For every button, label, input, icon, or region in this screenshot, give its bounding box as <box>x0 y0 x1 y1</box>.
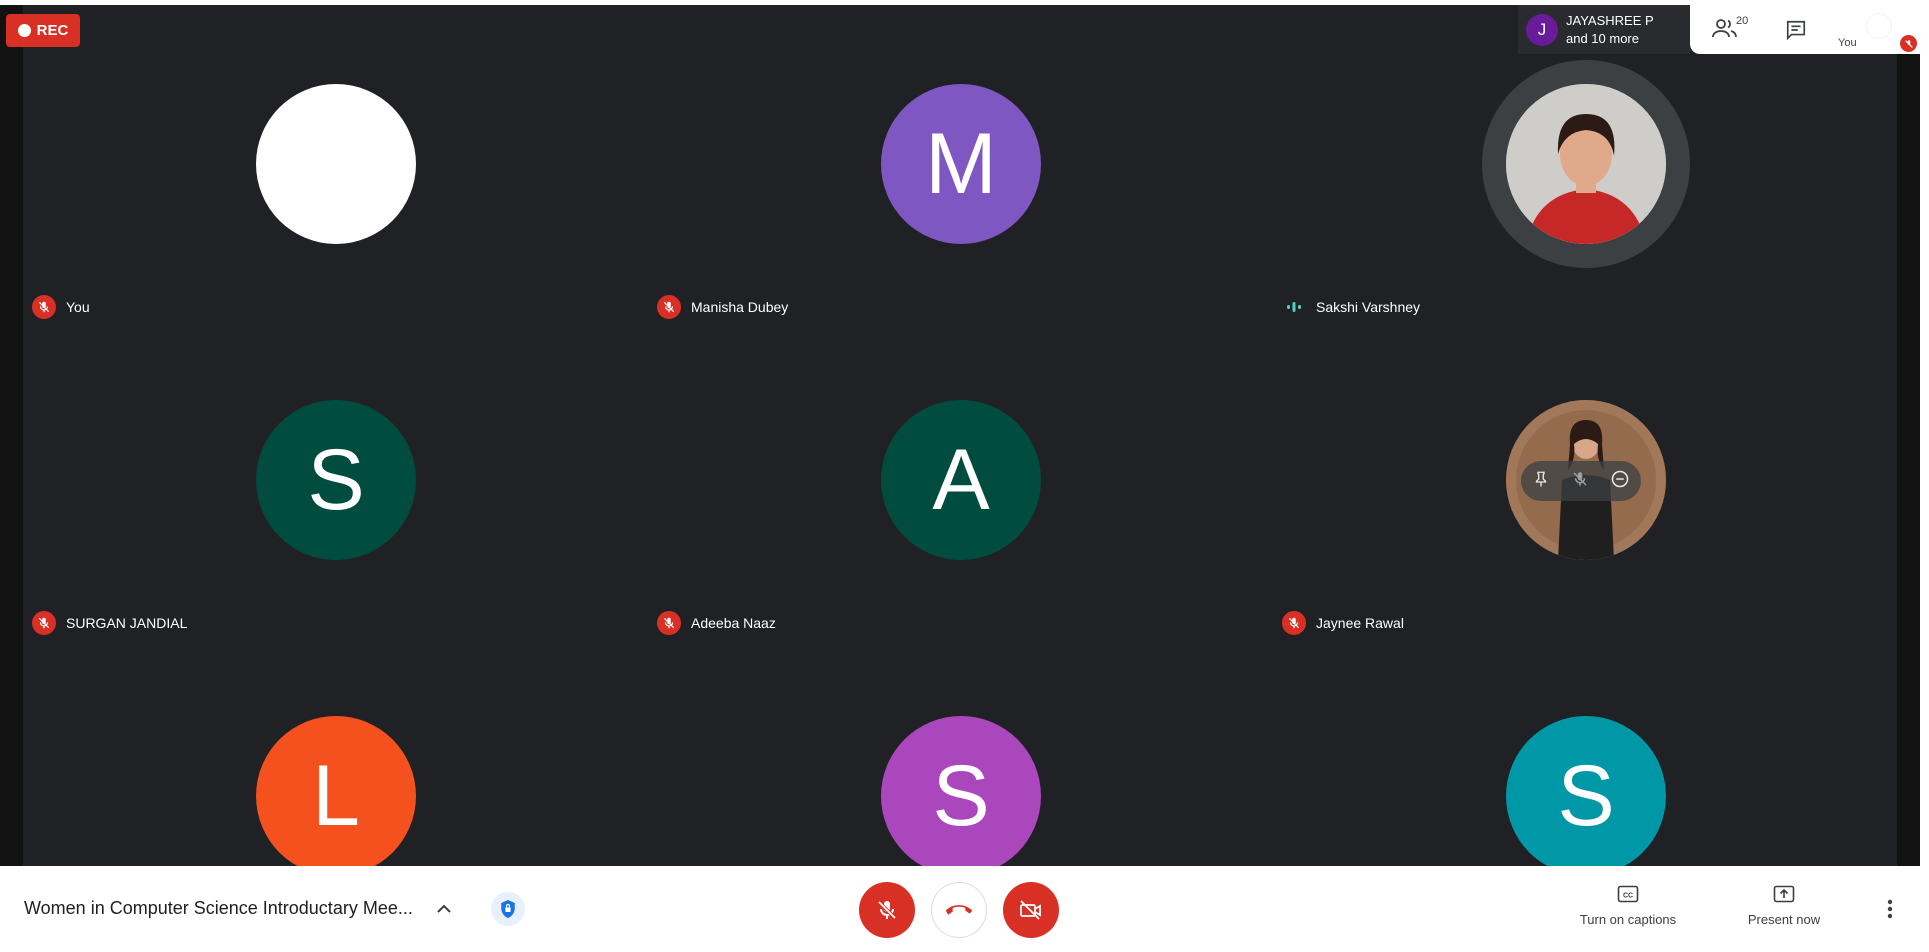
participant-name: Jaynee Rawal <box>1316 615 1404 631</box>
camera-toggle-button[interactable] <box>1003 882 1059 938</box>
presenter-text: JAYASHREE P and 10 more <box>1566 12 1654 48</box>
grid-edge-right <box>1897 5 1920 866</box>
present-screen-icon <box>1773 885 1795 906</box>
participant-name: Manisha Dubey <box>691 299 789 315</box>
avatar: A <box>881 400 1041 560</box>
mic-off-icon <box>657 295 681 319</box>
mic-off-icon <box>657 611 681 635</box>
participant-name: SURGAN JANDIAL <box>66 615 188 631</box>
avatar: S <box>256 400 416 560</box>
participant-tile-adeeba-naaz[interactable]: A Adeeba Naaz <box>648 321 1273 637</box>
pin-icon[interactable] <box>1532 470 1550 493</box>
participant-tile-manisha-dubey[interactable]: M Manisha Dubey <box>648 5 1273 321</box>
self-preview-avatar[interactable] <box>1866 13 1892 39</box>
mic-off-icon <box>32 295 56 319</box>
recording-label: REC <box>36 22 69 39</box>
meeting-title[interactable]: Women in Computer Science Introductary M… <box>24 898 413 919</box>
presenter-name: JAYASHREE P <box>1566 12 1654 28</box>
microphone-toggle-button[interactable] <box>859 882 915 938</box>
people-count: 20 <box>1736 15 1749 27</box>
record-dot-icon <box>17 24 31 37</box>
captions-button[interactable]: CC Turn on captions <box>1573 885 1683 927</box>
name-row: SURGAN JANDIAL <box>32 611 187 635</box>
closed-captions-icon: CC <box>1617 885 1639 906</box>
tile-hover-controls <box>1521 461 1641 501</box>
presenter-others: and 10 more <box>1566 30 1639 46</box>
avatar: S <box>881 716 1041 876</box>
present-label: Present now <box>1747 912 1821 927</box>
leave-call-button[interactable] <box>931 882 987 938</box>
presenter-avatar: J <box>1526 13 1558 46</box>
participant-name: Adeeba Naaz <box>691 615 776 631</box>
host-controls-lock-icon[interactable] <box>491 892 525 926</box>
speaking-indicator-icon <box>1282 295 1306 319</box>
self-label: You <box>1838 37 1857 49</box>
avatar: S <box>1506 716 1666 876</box>
name-row: Manisha Dubey <box>657 295 788 319</box>
name-row: Sakshi Varshney <box>1282 295 1420 319</box>
name-row: Jaynee Rawal <box>1282 611 1404 635</box>
name-row: You <box>32 295 90 319</box>
name-row: Adeeba Naaz <box>657 611 776 635</box>
grid-edge-left <box>0 5 23 866</box>
avatar: L <box>256 716 416 876</box>
present-now-button[interactable]: Present now <box>1729 885 1839 927</box>
meet-window: You M Manisha Dubey Sakshi Varshney S SU… <box>0 0 1929 952</box>
svg-text:CC: CC <box>1623 893 1633 900</box>
participant-tile-you[interactable]: You <box>23 5 648 321</box>
remove-participant-icon[interactable] <box>1610 469 1630 494</box>
participant-name: Sakshi Varshney <box>1316 299 1421 315</box>
mic-off-icon <box>32 611 56 635</box>
chevron-up-icon[interactable] <box>432 897 456 921</box>
avatar: M <box>881 84 1041 244</box>
avatar-photo <box>1506 84 1666 244</box>
chat-icon[interactable] <box>1785 19 1809 43</box>
mute-participant-icon[interactable] <box>1571 470 1589 493</box>
top-right-panel: 20 You <box>1690 5 1920 54</box>
captions-label: Turn on captions <box>1579 912 1677 927</box>
self-mic-off-icon <box>1900 35 1917 52</box>
participant-grid: You M Manisha Dubey Sakshi Varshney S SU… <box>0 5 1920 876</box>
more-options-icon[interactable] <box>1878 897 1902 921</box>
participant-tile-surgan-jandial[interactable]: S SURGAN JANDIAL <box>23 321 648 637</box>
participant-name: You <box>66 299 90 315</box>
mic-off-icon <box>1282 611 1306 635</box>
avatar <box>256 84 416 244</box>
presenter-chip[interactable]: J JAYASHREE P and 10 more <box>1518 5 1690 54</box>
recording-badge: REC <box>6 14 80 47</box>
